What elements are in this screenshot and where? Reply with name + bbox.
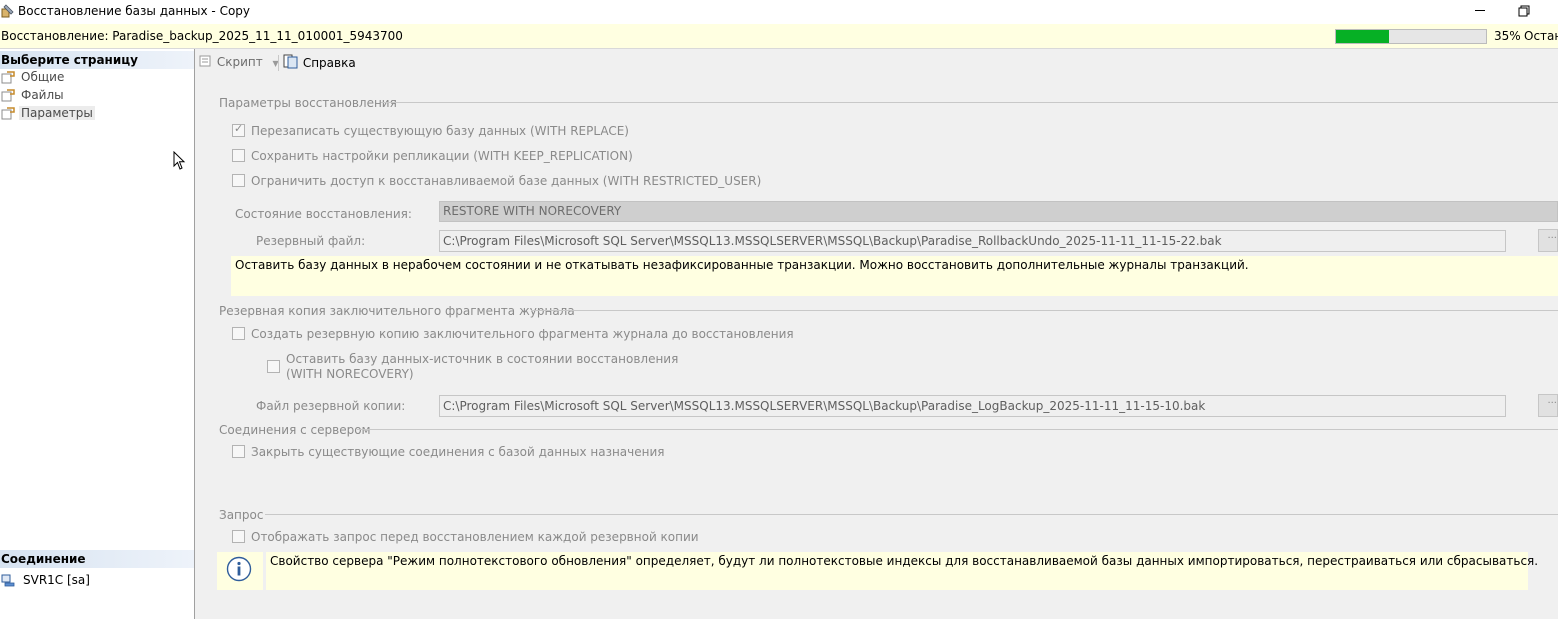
prompt-group-title: Запрос bbox=[219, 508, 264, 522]
progress-status-text: Восстановление: Paradise_backup_2025_11_… bbox=[1, 29, 403, 43]
connection-header: Соединение bbox=[0, 550, 194, 568]
leave-norecovery-label-line1: Оставить базу данных-источник в состояни… bbox=[286, 352, 679, 366]
recovery-state-label: Состояние восстановления: bbox=[235, 207, 412, 221]
script-label: Скрипт bbox=[216, 55, 263, 69]
minimize-button[interactable] bbox=[1466, 0, 1494, 22]
fulltext-info-text: Свойство сервера "Режим полнотекстового … bbox=[270, 554, 1539, 568]
recovery-state-description: Оставить базу данных в нерабочем состоян… bbox=[231, 256, 1558, 296]
page-wrench-icon bbox=[1, 89, 15, 102]
recovery-state-description-text: Оставить базу данных в нерабочем состоян… bbox=[235, 258, 1249, 272]
restricted-user-label: Ограничить доступ к восстанавливаемой ба… bbox=[251, 174, 762, 188]
server-connection-icon bbox=[1, 574, 15, 587]
info-icon-area bbox=[217, 552, 263, 590]
take-tail-log-label: Создать резервную копию заключительного … bbox=[251, 327, 794, 341]
prompt-before-each-label: Отображать запрос перед восстановлением … bbox=[251, 530, 699, 544]
with-replace-label: Перезаписать существующую базу данных (W… bbox=[251, 124, 629, 138]
backup-file-label: Файл резервной копии: bbox=[256, 399, 406, 413]
restore-options-group-title: Параметры восстановления bbox=[219, 96, 397, 110]
help-button[interactable]: Справка bbox=[283, 54, 356, 70]
standby-file-label: Резервный файл: bbox=[256, 234, 366, 248]
script-button[interactable]: Скрипт ▼ bbox=[199, 54, 279, 69]
help-icon bbox=[283, 54, 299, 69]
select-page-header: Выберите страницу bbox=[0, 51, 194, 69]
with-replace-checkbox[interactable] bbox=[232, 122, 245, 137]
leave-norecovery-label-line2: (WITH NORECOVERY) bbox=[286, 367, 414, 381]
standby-file-input[interactable]: C:\Program Files\Microsoft SQL Server\MS… bbox=[439, 230, 1506, 252]
script-icon bbox=[199, 54, 213, 67]
backup-file-input[interactable]: C:\Program Files\Microsoft SQL Server\MS… bbox=[439, 395, 1506, 417]
leave-norecovery-checkbox[interactable] bbox=[267, 360, 280, 373]
group-separator bbox=[357, 429, 1558, 430]
nav-page-label: Общие bbox=[21, 70, 65, 84]
left-navigation-panel: Выберите страницу Общие Файлы Параметры … bbox=[0, 49, 195, 619]
progress-bar-fill bbox=[1336, 30, 1389, 43]
help-label: Справка bbox=[302, 56, 356, 70]
progress-bar bbox=[1335, 29, 1487, 44]
group-separator bbox=[381, 102, 1558, 103]
prompt-before-each-checkbox[interactable] bbox=[232, 530, 245, 543]
tail-log-group-title: Резервная копия заключительного фрагмент… bbox=[219, 304, 575, 318]
connection-item[interactable]: SVR1C [sa] bbox=[0, 572, 100, 590]
standby-file-browse-button[interactable]: ... bbox=[1538, 229, 1558, 252]
restricted-user-checkbox[interactable] bbox=[232, 174, 245, 187]
fulltext-info-note: Свойство сервера "Режим полнотекстового … bbox=[266, 552, 1538, 590]
stop-action-link[interactable]: Остан bbox=[1524, 29, 1558, 43]
page-wrench-icon bbox=[1, 107, 15, 120]
mouse-cursor-icon bbox=[173, 151, 186, 170]
nav-page-files[interactable]: Файлы bbox=[0, 87, 80, 105]
connection-value: SVR1C [sa] bbox=[23, 573, 90, 587]
minimize-icon bbox=[1475, 10, 1485, 11]
nav-page-label: Файлы bbox=[21, 88, 64, 102]
backup-file-browse-button[interactable]: ... bbox=[1538, 394, 1558, 417]
close-connections-label: Закрыть существующие соединения с базой … bbox=[251, 445, 665, 459]
keep-replication-label: Сохранить настройки репликации (WITH KEE… bbox=[251, 149, 633, 163]
group-separator bbox=[531, 310, 1558, 311]
window-title: Восстановление базы данных - Copy bbox=[18, 4, 251, 18]
close-connections-checkbox[interactable] bbox=[232, 445, 245, 458]
nav-page-options[interactable]: Параметры bbox=[0, 105, 95, 123]
toolbar-separator bbox=[278, 55, 279, 71]
nav-page-label: Параметры bbox=[19, 106, 95, 120]
group-separator bbox=[265, 514, 1558, 515]
page-wrench-icon bbox=[1, 71, 15, 84]
info-icon bbox=[226, 556, 252, 582]
recovery-state-select[interactable]: RESTORE WITH NORECOVERY bbox=[439, 201, 1558, 222]
keep-replication-checkbox[interactable] bbox=[232, 149, 245, 162]
nav-page-general[interactable]: Общие bbox=[0, 69, 80, 87]
take-tail-log-checkbox[interactable] bbox=[232, 327, 245, 340]
progress-percent: 35% bbox=[1494, 29, 1521, 43]
restore-database-icon bbox=[1, 4, 14, 18]
server-connections-group-title: Соединения с сервером bbox=[219, 423, 371, 437]
restore-window-button[interactable] bbox=[1510, 0, 1538, 22]
